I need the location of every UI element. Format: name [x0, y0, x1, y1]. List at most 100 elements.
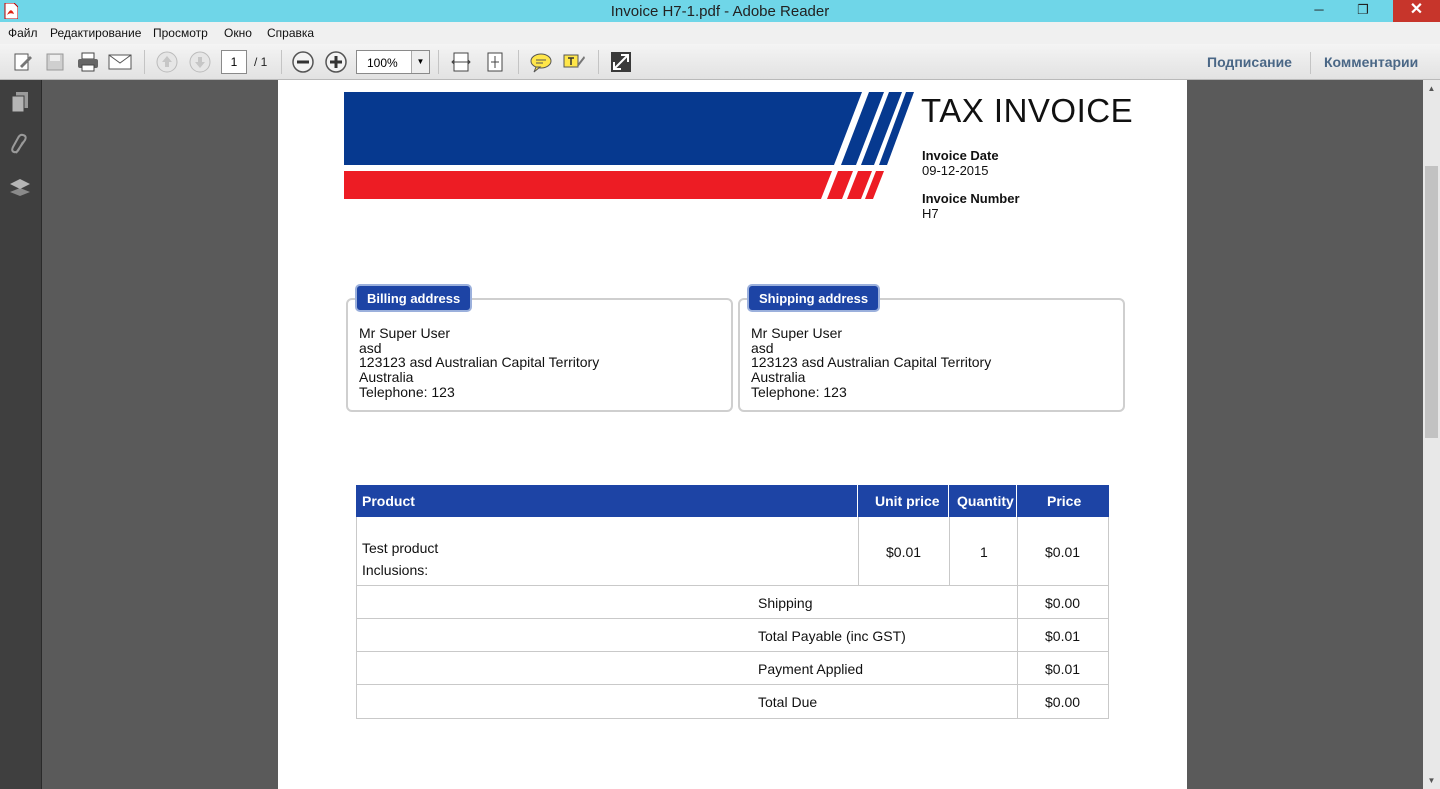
fit-page-button[interactable] [448, 49, 474, 75]
layers-button[interactable] [8, 175, 32, 199]
total-label-payable: Total Payable (inc GST) [758, 628, 906, 644]
toolbar-separator [144, 50, 145, 74]
email-button[interactable] [107, 49, 133, 75]
item-price: $0.01 [1045, 544, 1081, 560]
table-border [356, 718, 1109, 719]
shipping-line2: 123123 asd Australian Capital Territory [751, 354, 992, 370]
minimize-button[interactable]: ─ [1304, 0, 1334, 22]
column-header-product: Product [356, 485, 858, 517]
navigation-pane [0, 80, 42, 789]
title-bar: Invoice H7-1.pdf - Adobe Reader ─ ❐ ✕ [0, 0, 1440, 22]
print-button[interactable] [75, 49, 101, 75]
column-header-quantity: Quantity [949, 485, 1017, 517]
invoice-number-label: Invoice Number [922, 191, 1020, 206]
table-border [858, 517, 859, 586]
invoice-banner-logo [344, 92, 914, 199]
chevron-down-icon[interactable]: ▼ [411, 51, 429, 73]
table-border [356, 684, 1109, 685]
next-page-button[interactable] [187, 49, 213, 75]
arrow-up-circle-icon [156, 51, 178, 73]
save-icon [46, 53, 64, 71]
arrow-down-circle-icon [189, 51, 211, 73]
toolbar-separator [518, 50, 519, 74]
item-product-name: Test product [362, 540, 439, 556]
shipping-address-heading: Shipping address [747, 284, 881, 312]
table-border [949, 517, 950, 586]
pages-icon [11, 92, 28, 113]
total-value-shipping: $0.00 [1045, 595, 1081, 611]
layers-icon [10, 179, 30, 196]
total-value-payment-applied: $0.01 [1045, 661, 1081, 677]
printer-icon [78, 52, 98, 72]
page-number-input[interactable]: 1 [221, 50, 247, 74]
comment-bubble-icon [530, 53, 552, 73]
page-total: / 1 [254, 55, 268, 69]
invoice-title: TAX INVOICE [921, 92, 1134, 129]
menu-view[interactable]: Просмотр [153, 26, 208, 40]
shipping-country: Australia [751, 369, 806, 385]
scrollbar-thumb[interactable] [1425, 166, 1438, 438]
attachments-button[interactable] [8, 133, 32, 157]
fit-width-icon [451, 52, 471, 72]
toolbar: 1 / 1 100% ▼ Подписание Комментарии [0, 44, 1440, 80]
invoice-date-value: 09-12-2015 [922, 163, 989, 178]
invoice-date-label: Invoice Date [922, 148, 999, 163]
fit-window-button[interactable] [482, 49, 508, 75]
close-button[interactable]: ✕ [1393, 0, 1440, 22]
document-area: TAX INVOICE Invoice Date 09-12-2015 Invo… [42, 80, 1423, 789]
menu-window[interactable]: Окно [224, 26, 252, 40]
column-header-unit-price: Unit price [858, 485, 949, 517]
billing-phone: Telephone: 123 [359, 384, 455, 400]
page-thumbnails-button[interactable] [8, 90, 32, 114]
edit-document-icon [14, 53, 32, 71]
invoice-number-value: H7 [922, 206, 939, 221]
zoom-out-button[interactable] [290, 49, 316, 75]
item-unit-price: $0.01 [886, 544, 922, 560]
toolbar-separator [1310, 52, 1311, 74]
total-label-shipping: Shipping [758, 595, 813, 611]
window-title: Invoice H7-1.pdf - Adobe Reader [610, 3, 830, 20]
item-inclusions: Inclusions: [362, 562, 429, 578]
scroll-down-arrow-icon[interactable]: ▼ [1423, 772, 1440, 789]
fit-page-icon [487, 52, 503, 72]
plus-circle-icon [325, 51, 347, 73]
total-label-total-due: Total Due [758, 694, 818, 710]
menu-file[interactable]: Файл [8, 26, 38, 40]
highlight-text-icon [563, 54, 585, 68]
create-pdf-button[interactable] [10, 49, 36, 75]
table-border [356, 585, 1109, 586]
full-screen-button[interactable] [608, 49, 634, 75]
zoom-select[interactable]: 100% ▼ [356, 50, 430, 74]
minus-circle-icon [292, 51, 314, 73]
paperclip-icon [11, 133, 27, 154]
menu-help[interactable]: Справка [267, 26, 314, 40]
billing-address-heading: Billing address [355, 284, 473, 312]
sticky-note-button[interactable] [528, 49, 554, 75]
highlight-button[interactable] [561, 49, 587, 75]
comment-panel-button[interactable]: Комментарии [1324, 54, 1418, 70]
item-quantity: 1 [980, 544, 988, 560]
menu-edit[interactable]: Редактирование [50, 26, 141, 40]
shipping-name: Mr Super User [751, 325, 843, 341]
total-label-payment-applied: Payment Applied [758, 661, 864, 677]
total-value-payable: $0.01 [1045, 628, 1081, 644]
line-items-table: Product Unit price Quantity Price Test p… [356, 485, 1109, 719]
toolbar-separator [438, 50, 439, 74]
save-button[interactable] [42, 49, 68, 75]
table-border [356, 618, 1109, 619]
zoom-value: 100% [367, 56, 398, 70]
column-header-price: Price [1017, 485, 1109, 517]
table-border [356, 651, 1109, 652]
sign-panel-button[interactable]: Подписание [1207, 54, 1292, 70]
total-value-total-due: $0.00 [1045, 694, 1081, 710]
previous-page-button[interactable] [154, 49, 180, 75]
billing-line2: 123123 asd Australian Capital Territory [359, 354, 600, 370]
expand-icon [611, 52, 631, 72]
vertical-scrollbar[interactable]: ▲ ▼ [1423, 80, 1440, 789]
restore-button[interactable]: ❐ [1348, 0, 1378, 22]
zoom-in-button[interactable] [323, 49, 349, 75]
shipping-phone: Telephone: 123 [751, 384, 847, 400]
billing-country: Australia [359, 369, 414, 385]
scroll-up-arrow-icon[interactable]: ▲ [1423, 80, 1440, 97]
pdf-page: TAX INVOICE Invoice Date 09-12-2015 Invo… [278, 80, 1187, 789]
